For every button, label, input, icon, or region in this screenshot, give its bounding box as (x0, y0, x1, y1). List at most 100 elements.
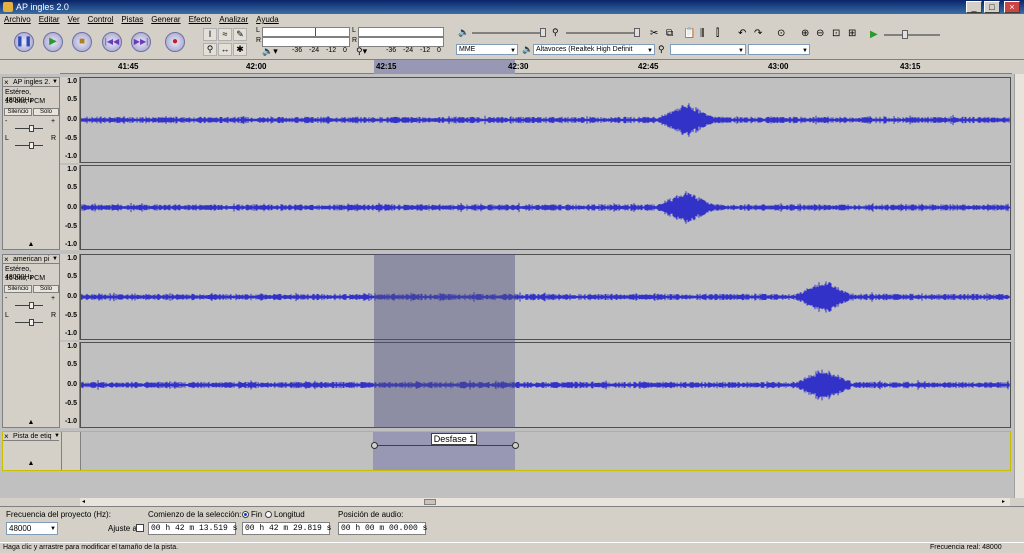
scroll-right-icon[interactable]: ▸ (1002, 498, 1005, 505)
zoom-out-icon[interactable]: ⊖ (816, 28, 824, 39)
output-volume-slider[interactable] (472, 32, 546, 34)
microphone-icon[interactable]: ⚲▾ (356, 46, 367, 57)
menu-generar[interactable]: Generar (151, 14, 180, 26)
label-track[interactable]: × Pista de etiq ▼ ▲ Desfase 1 (2, 431, 1011, 471)
track-menu-icon[interactable]: ▼ (52, 255, 58, 264)
sync-lock-icon[interactable]: ⊙ (777, 28, 785, 39)
gain-knob[interactable] (29, 302, 34, 309)
silence-icon[interactable]: ⫿ (716, 28, 719, 39)
pan-knob[interactable] (29, 142, 34, 149)
menu-efecto[interactable]: Efecto (189, 14, 212, 26)
label-end-handle[interactable] (512, 442, 519, 449)
selection-end-field[interactable]: 00 h 42 m 29.819 s (242, 522, 331, 535)
input-volume-knob[interactable] (634, 28, 640, 37)
waveform-channel[interactable] (80, 342, 1011, 428)
pan-left-label: L (5, 312, 9, 319)
fit-project-icon[interactable]: ⊞ (848, 28, 856, 39)
timeline-ruler[interactable]: 41:45 42:00 42:15 42:30 42:45 43:00 43:1… (60, 60, 1012, 74)
trim-icon[interactable]: ⫼ (700, 28, 705, 39)
draw-tool[interactable]: ✎ (233, 28, 247, 41)
solo-button[interactable]: Solo (33, 108, 59, 116)
zoom-tool[interactable]: ⚲ (203, 43, 217, 56)
output-device-select[interactable]: Altavoces (Realtek High Definit ▼ (533, 44, 655, 55)
input-channels-select[interactable]: ▼ (748, 44, 810, 55)
mute-button[interactable]: Silencio (4, 285, 32, 293)
audio-position-field[interactable]: 00 h 00 m 00.000 s (338, 522, 427, 535)
length-radio[interactable] (265, 511, 272, 518)
menu-control[interactable]: Control (88, 14, 114, 26)
record-button[interactable]: ● (165, 32, 185, 52)
track-control-panel[interactable]: × american pi ▼ Estéreo, 48000Hz 16 bits… (2, 254, 60, 428)
gain-knob[interactable] (29, 125, 34, 132)
menu-pistas[interactable]: Pistas (121, 14, 143, 26)
timeshift-tool[interactable]: ↔ (218, 43, 232, 56)
input-volume-slider[interactable] (566, 32, 640, 34)
multi-tool[interactable]: ✱ (233, 43, 247, 56)
track-control-panel[interactable]: × AP ingles 2. ▼ Estéreo, 48000Hz 16 bit… (2, 77, 60, 250)
input-device-select[interactable]: ▼ (670, 44, 746, 55)
menu-analizar[interactable]: Analizar (219, 14, 248, 26)
collapse-track-icon[interactable]: ▲ (23, 241, 39, 249)
vertical-scrollbar[interactable] (1014, 74, 1024, 498)
redo-icon[interactable]: ↷ (754, 28, 762, 39)
waveform-channel[interactable] (80, 77, 1011, 163)
selection-region[interactable] (374, 254, 515, 428)
speaker-icon[interactable]: 🔈▾ (262, 46, 278, 57)
playback-meter[interactable] (262, 27, 350, 37)
fit-selection-icon[interactable]: ⊡ (832, 28, 840, 39)
zoom-in-icon[interactable]: ⊕ (801, 28, 809, 39)
track-name[interactable]: american pi (3, 255, 59, 264)
paste-icon[interactable]: 📋 (683, 28, 695, 39)
waveform-channel[interactable] (80, 254, 1011, 340)
close-button[interactable]: × (1004, 1, 1020, 13)
waveform-channel[interactable] (80, 165, 1011, 250)
input-device-icon: ⚲ (658, 44, 665, 54)
skip-start-button[interactable]: |◀◀ (102, 32, 122, 52)
track-menu-icon[interactable]: ▼ (52, 78, 58, 87)
pause-button[interactable]: ❚❚ (14, 32, 34, 52)
selection-start-field[interactable]: 00 h 42 m 13.519 s (148, 522, 237, 535)
collapse-track-icon[interactable]: ▲ (23, 419, 39, 427)
maximize-button[interactable]: □ (984, 1, 1000, 13)
output-volume-knob[interactable] (540, 28, 546, 37)
mute-button[interactable]: Silencio (4, 108, 32, 116)
label-text-box[interactable]: Desfase 1 (431, 433, 477, 445)
recording-meter-right[interactable] (358, 37, 444, 47)
end-radio[interactable] (242, 511, 249, 518)
pan-knob[interactable] (29, 319, 34, 326)
label-track-control-panel[interactable]: × Pista de etiq ▼ ▲ (3, 432, 61, 470)
selection-tool[interactable]: I (203, 28, 217, 41)
recording-meter[interactable] (358, 27, 444, 37)
cut-icon[interactable]: ✂ (650, 28, 658, 39)
toolbar: ❚❚ ▶ ■ |◀◀ ▶▶| ● I ≈ ✎ ⚲ ↔ ✱ L R 🔈▾ -36 … (0, 26, 1024, 60)
stop-button[interactable]: ■ (72, 32, 92, 52)
collapse-track-icon[interactable]: ▲ (23, 460, 39, 468)
track-name[interactable]: AP ingles 2. (3, 78, 59, 87)
copy-icon[interactable]: ⧉ (666, 28, 673, 39)
envelope-tool[interactable]: ≈ (218, 28, 232, 41)
scroll-thumb[interactable] (424, 499, 436, 505)
label-track-name[interactable]: Pista de etiq (3, 432, 59, 441)
play-at-speed-icon[interactable]: ▶ (870, 29, 878, 40)
minimize-button[interactable]: _ (966, 1, 982, 13)
selection-toolbar: Frecuencia del proyecto (Hz): 48000 ▼ Com… (0, 506, 1024, 542)
play-button[interactable]: ▶ (43, 32, 63, 52)
project-rate-select[interactable]: 48000 ▼ (6, 522, 58, 535)
window-title: AP ingles 2.0 (16, 2, 69, 12)
solo-button[interactable]: Solo (33, 285, 59, 293)
menu-ver[interactable]: Ver (68, 14, 80, 26)
track-menu-icon[interactable]: ▼ (54, 432, 60, 441)
scroll-left-icon[interactable]: ◂ (82, 498, 85, 505)
play-speed-slider[interactable] (884, 34, 940, 36)
snap-to-checkbox[interactable] (136, 524, 144, 532)
menu-archivo[interactable]: Archivo (4, 14, 31, 26)
menu-ayuda[interactable]: Ayuda (256, 14, 279, 26)
skip-end-button[interactable]: ▶▶| (131, 32, 151, 52)
horizontal-scrollbar[interactable]: ◂ ▸ (80, 498, 1010, 506)
audio-host-select[interactable]: MME ▼ (456, 44, 518, 55)
ruler-tick: 43:00 (768, 62, 789, 71)
label-start-handle[interactable] (371, 442, 378, 449)
menu-editar[interactable]: Editar (39, 14, 60, 26)
undo-icon[interactable]: ↶ (738, 28, 746, 39)
play-speed-knob[interactable] (902, 30, 908, 39)
